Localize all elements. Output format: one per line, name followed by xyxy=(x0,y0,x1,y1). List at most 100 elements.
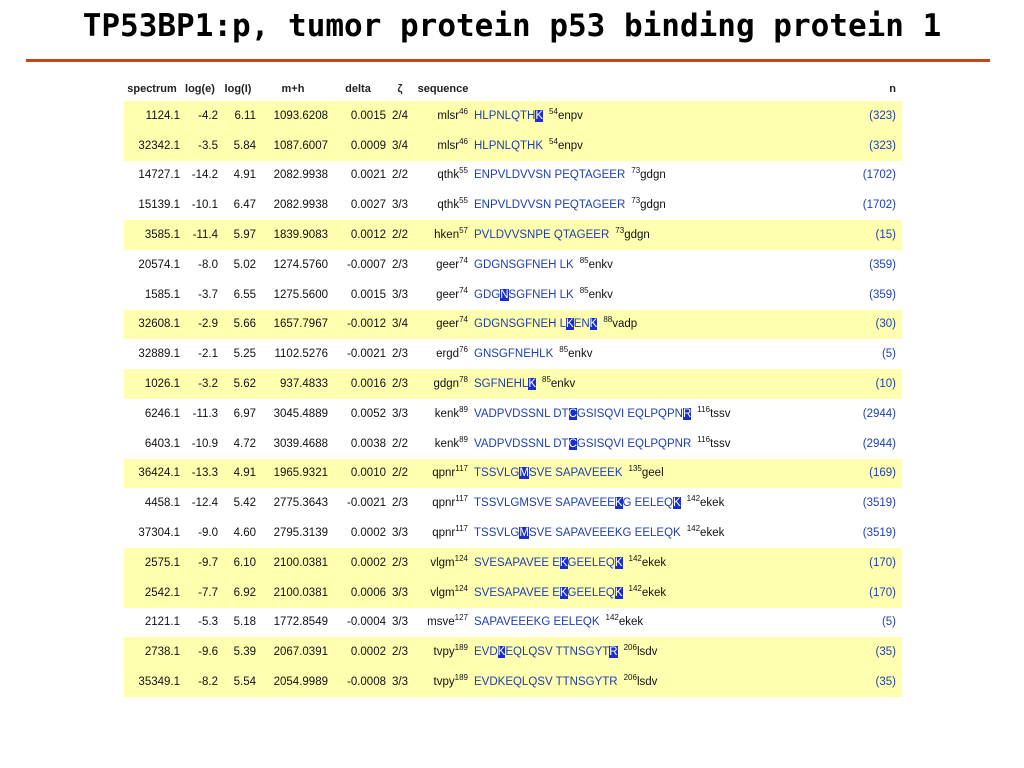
modified-residue: K xyxy=(535,109,544,122)
page-title: TP53BP1:p, tumor protein p53 binding pro… xyxy=(82,8,942,44)
spectrum-cell: 1124.1 xyxy=(145,109,180,122)
peptide-sequence[interactable]: SVESAPAVEE EKGEELEQK xyxy=(474,556,623,569)
modified-residue: K xyxy=(614,586,623,599)
peptide-sequence[interactable]: EVDKEQLQSV TTNSGYTR xyxy=(474,646,618,659)
peptide-sequence[interactable]: PVLDVVSNPE QTAGEER xyxy=(474,229,609,241)
preceding-residues-text: qpnr xyxy=(432,467,456,480)
log-i-cell: 5.42 xyxy=(233,497,256,510)
mass-cell: 1275.5600 xyxy=(273,288,328,301)
spectrum-cell: 2121.1 xyxy=(144,616,180,629)
count-link[interactable]: (35) xyxy=(856,646,902,658)
log-e-cell: -10.1 xyxy=(191,199,218,212)
following-position: 73 xyxy=(631,166,641,176)
preceding-residues-text: kenk xyxy=(434,437,460,450)
charge-cell: 2/2 xyxy=(392,467,408,480)
peptide-sequence[interactable]: VADPVDSSNL DTCGSISQVI EQLPQPNR xyxy=(474,407,692,420)
sequence-segment: HLPNLQTHK xyxy=(474,139,544,152)
count-link[interactable]: (30) xyxy=(856,318,902,330)
count-link[interactable]: (2944) xyxy=(856,408,902,420)
preceding-position: 57 xyxy=(459,226,468,236)
preceding-residues-text: vlgm xyxy=(430,556,455,569)
preceding-residues-text: gdgn xyxy=(433,378,460,391)
peptide-sequence[interactable]: GNSGFNEHLK xyxy=(474,348,553,360)
count-link[interactable]: (3519) xyxy=(856,527,902,539)
count-link[interactable]: (1702) xyxy=(856,199,902,211)
count-link[interactable]: (5) xyxy=(856,616,902,628)
log-e-cell: -3.2 xyxy=(198,378,218,391)
delta-cell: 0.0012 xyxy=(350,229,386,242)
peptide-sequence[interactable]: VADPVDSSNL DTCGSISQVI EQLPQPNR xyxy=(474,437,691,450)
following-residues: 85enkv xyxy=(559,346,592,361)
count-link[interactable]: (35) xyxy=(856,676,902,688)
peptide-sequence[interactable]: ENPVLDVVSN PEQTAGEER xyxy=(474,199,625,211)
count-link[interactable]: (15) xyxy=(856,229,902,241)
peptide-sequence[interactable]: HLPNLQTHK xyxy=(474,140,543,152)
mass-cell: 1965.9321 xyxy=(273,467,328,480)
count-link[interactable]: (10) xyxy=(856,378,902,390)
peptide-sequence[interactable]: TSSVLGMSVE SAPAVEEEK xyxy=(474,467,623,480)
delta-cell: 0.0002 xyxy=(350,527,386,540)
count-link[interactable]: (323) xyxy=(856,140,902,152)
log-i-cell: 5.25 xyxy=(233,348,256,361)
peptide-sequence[interactable]: TSSVLGMSVE SAPAVEEEKG EELEQK xyxy=(474,497,681,510)
preceding-residues-text: mlsr xyxy=(437,109,460,122)
sequence-segment: EQLQSV TTNSGYT xyxy=(505,646,610,659)
spectrum-cell: 37304.1 xyxy=(138,527,180,540)
count-link[interactable]: (170) xyxy=(856,587,902,599)
peptide-sequence[interactable]: GDGNSGFNEH LK xyxy=(474,259,574,271)
preceding-residues: hken57 xyxy=(412,226,474,242)
table-row: 37304.1 -9.0 4.60 2795.3139 0.0002 3/3 qpnr117… xyxy=(124,518,902,548)
count-link[interactable]: (5) xyxy=(856,348,902,360)
charge-cell: 3/4 xyxy=(392,139,408,152)
count-link[interactable]: (359) xyxy=(856,259,902,271)
peptide-sequence[interactable]: ENPVLDVVSN PEQTAGEER xyxy=(474,169,625,181)
following-residues-text: lsdv xyxy=(636,646,658,659)
following-residues-text: ekek xyxy=(700,497,725,510)
count-link[interactable]: (169) xyxy=(856,467,902,479)
following-position: 116 xyxy=(697,404,711,414)
preceding-residues-text: tvpy xyxy=(433,646,455,659)
count-link[interactable]: (359) xyxy=(856,289,902,301)
following-residues: 54enpv xyxy=(549,137,583,152)
log-i-cell: 5.18 xyxy=(233,616,256,629)
log-e-cell: -8.2 xyxy=(198,676,218,689)
table-row: 1585.1 -3.7 6.55 1275.5600 0.0015 3/3 geer74 GD… xyxy=(124,280,902,310)
sequence-cell: VADPVDSSNL DTCGSISQVI EQLPQPNR 116tssv xyxy=(474,434,856,450)
peptide-sequence[interactable]: SAPAVEEEKG EELEQK xyxy=(474,616,600,628)
preceding-residues-text: qpnr xyxy=(432,497,456,510)
header-z: ζ xyxy=(397,83,403,95)
peptide-sequence[interactable]: GDGNSGFNEH LKENK xyxy=(474,318,598,331)
following-position: 135 xyxy=(628,464,642,474)
following-position: 116 xyxy=(697,434,711,444)
delta-cell: 0.0002 xyxy=(350,556,386,569)
count-link[interactable]: (3519) xyxy=(856,497,902,509)
count-link[interactable]: (323) xyxy=(856,110,902,122)
log-e-cell: -5.3 xyxy=(198,616,218,629)
log-e-cell: -13.3 xyxy=(191,467,218,480)
spectrum-cell: 2542.1 xyxy=(144,586,180,599)
following-residues: 85enkv xyxy=(542,376,575,391)
peptide-sequence[interactable]: SGFNEHLK xyxy=(474,378,536,391)
following-position: 142 xyxy=(628,583,642,593)
count-link[interactable]: (2944) xyxy=(856,438,902,450)
peptide-sequence[interactable]: GDGNSGFNEH LK xyxy=(474,288,574,301)
count-link[interactable]: (1702) xyxy=(856,169,902,181)
sequence-cell: TSSVLGMSVE SAPAVEEEKG EELEQK 142ekek xyxy=(474,495,856,510)
peptide-sequence[interactable]: EVDKEQLQSV TTNSGYTR xyxy=(474,676,618,688)
peptide-sequence[interactable]: SVESAPAVEE EKGEELEQK xyxy=(474,586,623,599)
sequence-segment: TSSVLG xyxy=(474,527,520,540)
peptide-sequence[interactable]: HLPNLQTHK xyxy=(474,109,544,122)
charge-cell: 3/3 xyxy=(392,527,408,540)
spectrum-cell: 6403.1 xyxy=(144,437,180,450)
following-residues: 73gdgn xyxy=(615,227,650,242)
following-residues-text: lsdv xyxy=(636,676,658,689)
preceding-position: 189 xyxy=(454,673,468,683)
sequence-cell: SGFNEHLK 85enkv xyxy=(474,376,856,391)
peptide-sequence[interactable]: TSSVLGMSVE SAPAVEEEKG EELEQK xyxy=(474,527,681,540)
log-i-cell: 5.39 xyxy=(233,646,256,659)
count-link[interactable]: (170) xyxy=(856,557,902,569)
log-e-cell: -2.9 xyxy=(198,318,218,331)
log-e-cell: -3.7 xyxy=(198,288,218,301)
mass-cell: 2100.0381 xyxy=(273,586,328,599)
log-i-cell: 4.72 xyxy=(233,437,256,450)
